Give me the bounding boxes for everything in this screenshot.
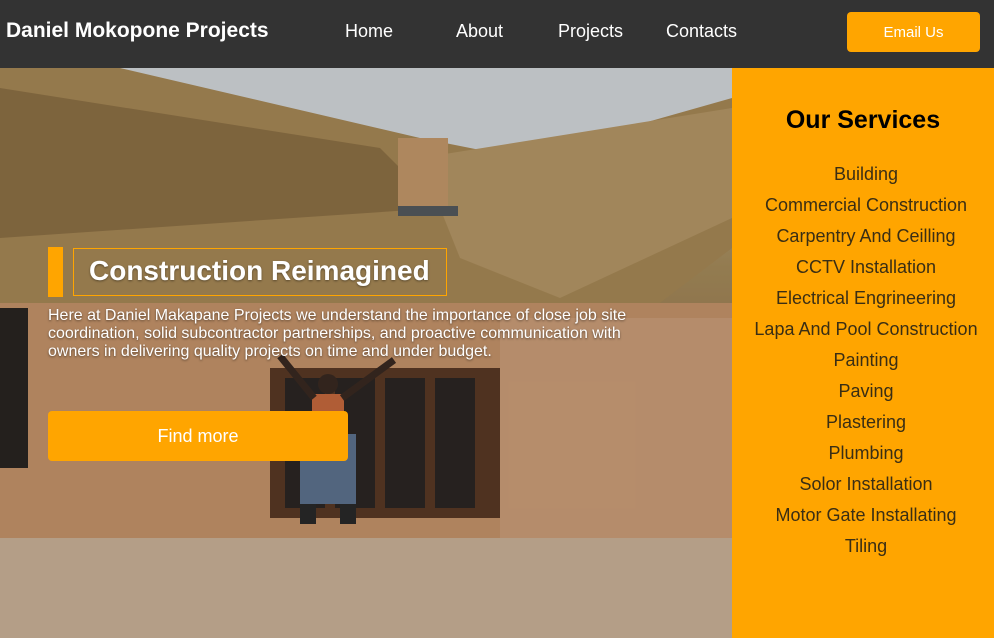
service-item-solar[interactable]: Solor Installation: [732, 474, 994, 505]
nav-link-home[interactable]: Home: [345, 21, 393, 42]
service-item-painting[interactable]: Painting: [732, 350, 994, 381]
service-item-paving[interactable]: Paving: [732, 381, 994, 412]
email-us-button[interactable]: Email Us: [847, 12, 980, 52]
nav-link-projects[interactable]: Projects: [558, 21, 623, 42]
services-title: Our Services: [785, 106, 941, 134]
service-item-lapa-pool[interactable]: Lapa And Pool Construction: [732, 319, 994, 350]
service-item-electrical[interactable]: Electrical Engrineering: [732, 288, 994, 319]
hero-title-wrap: Construction Reimagined: [48, 247, 447, 297]
service-item-commercial-construction[interactable]: Commercial Construction: [732, 195, 994, 226]
service-item-plastering[interactable]: Plastering: [732, 412, 994, 443]
service-item-cctv[interactable]: CCTV Installation: [732, 257, 994, 288]
hero-title: Construction Reimagined: [73, 248, 447, 296]
service-item-carpentry[interactable]: Carpentry And Ceilling: [732, 226, 994, 257]
service-item-building[interactable]: Building: [732, 164, 994, 195]
top-navbar: Daniel Mokopone Projects Home About Proj…: [0, 0, 994, 68]
nav-link-contacts[interactable]: Contacts: [666, 21, 737, 42]
hero-description: Here at Daniel Makapane Projects we unde…: [48, 307, 627, 360]
find-more-button[interactable]: Find more: [48, 411, 348, 461]
services-list: Building Commercial Construction Carpent…: [732, 164, 994, 567]
service-item-tiling[interactable]: Tiling: [732, 536, 994, 567]
services-panel: Our Services Building Commercial Constru…: [732, 68, 994, 638]
service-item-motor-gate[interactable]: Motor Gate Installating: [732, 505, 994, 536]
title-accent-bar: [48, 247, 63, 297]
service-item-plumbing[interactable]: Plumbing: [732, 443, 994, 474]
brand-name[interactable]: Daniel Mokopone Projects: [6, 19, 269, 43]
hero-section: Construction Reimagined Here at Daniel M…: [0, 68, 732, 638]
nav-link-about[interactable]: About: [456, 21, 503, 42]
